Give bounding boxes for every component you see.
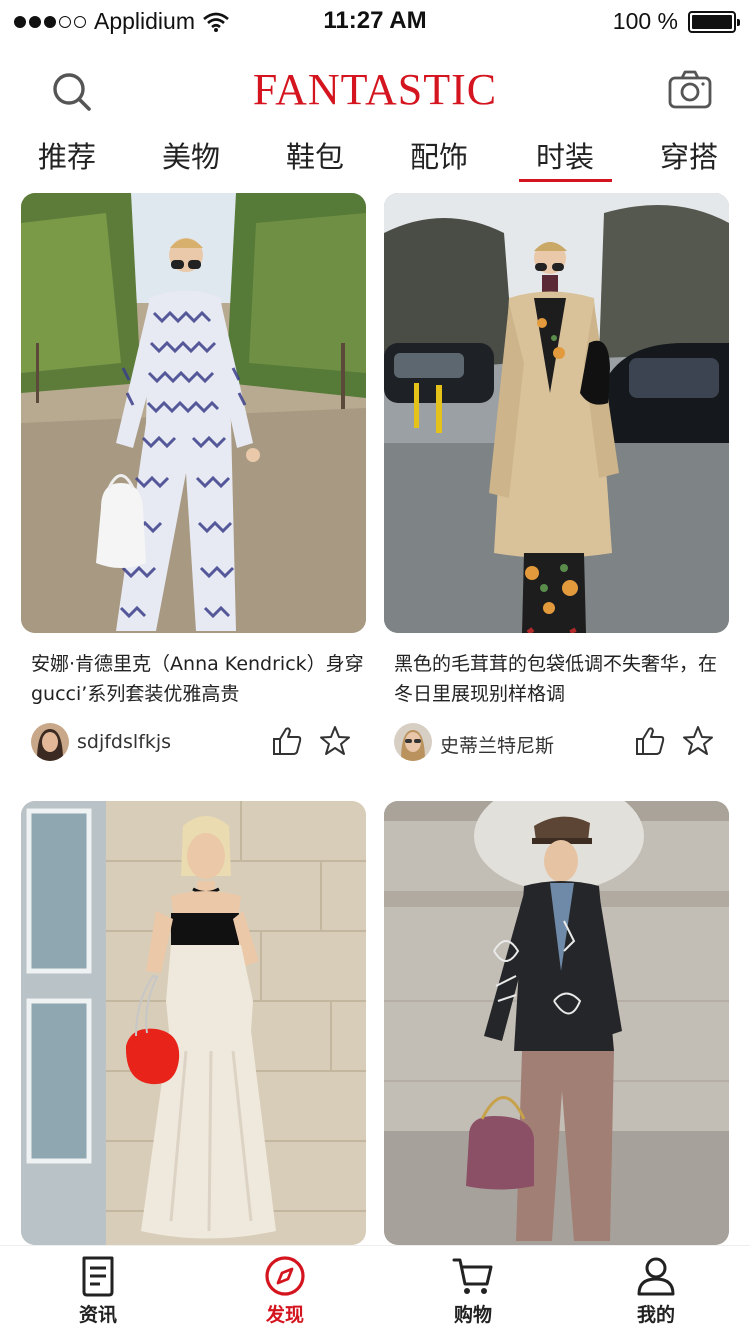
user-icon	[637, 1257, 675, 1296]
nav-profile[interactable]: 我的	[606, 1254, 706, 1327]
status-right: 100 %	[612, 8, 740, 35]
author-name[interactable]: 史蒂兰特尼斯	[440, 731, 554, 758]
active-tab-indicator	[519, 179, 612, 182]
card-photo[interactable]	[21, 801, 366, 1245]
avatar[interactable]	[394, 723, 432, 761]
star-icon	[683, 726, 713, 755]
like-button[interactable]	[271, 725, 303, 757]
tab-recommend[interactable]: 推荐	[17, 134, 117, 176]
card-title[interactable]: 黑色的毛茸茸的包袋低调不失奢华，在冬日里展现别样格调	[394, 649, 729, 709]
favorite-button[interactable]	[319, 725, 351, 757]
bottom-nav: 资讯 发现 购物 我的	[0, 1245, 750, 1334]
feed-card[interactable]: 黑色的毛茸茸的包袋低调不失奢华，在冬日里展现别样格调 史蒂兰特尼斯	[384, 193, 729, 763]
battery-icon	[688, 10, 740, 33]
card-photo[interactable]	[384, 801, 729, 1245]
card-meta: sdjfdslfkjs	[21, 723, 366, 763]
app-header: FANTASTIC	[0, 58, 750, 122]
nav-discover[interactable]: 发现	[235, 1254, 335, 1327]
card-title[interactable]: 安娜·肯德里克（Anna Kendrick）身穿gucci’系列套装优雅高贵	[31, 649, 366, 709]
nav-label: 购物	[453, 1304, 492, 1326]
category-tabs: 推荐 美物 鞋包 配饰 时装 穿搭	[0, 134, 750, 184]
tab-fashion[interactable]: 时装	[515, 134, 615, 176]
camera-icon	[668, 70, 712, 109]
thumbs-up-icon	[636, 727, 665, 755]
feed-grid: 安娜·肯德里克（Anna Kendrick）身穿gucci’系列套装优雅高贵 s…	[0, 193, 750, 1245]
status-bar: Applidium 11:27 AM 100 %	[0, 0, 750, 44]
like-button[interactable]	[634, 725, 666, 757]
card-photo[interactable]	[384, 193, 729, 633]
star-icon	[320, 726, 350, 755]
cart-icon	[452, 1258, 493, 1294]
feed-card[interactable]	[21, 801, 366, 1245]
news-icon	[82, 1256, 114, 1297]
camera-button[interactable]	[668, 70, 712, 110]
favorite-button[interactable]	[682, 725, 714, 757]
thumbs-up-icon	[273, 727, 302, 755]
tab-accessories[interactable]: 配饰	[389, 134, 489, 176]
brand-logo: FANTASTIC	[252, 65, 498, 114]
avatar[interactable]	[31, 723, 69, 761]
tab-goods[interactable]: 美物	[141, 134, 241, 176]
feed-card[interactable]	[384, 801, 729, 1245]
battery-percent: 100 %	[612, 8, 678, 34]
tab-shoes-bags[interactable]: 鞋包	[265, 134, 365, 176]
author-name[interactable]: sdjfdslfkjs	[77, 731, 171, 753]
nav-news[interactable]: 资讯	[48, 1254, 148, 1327]
card-meta: 史蒂兰特尼斯	[384, 723, 729, 763]
nav-label: 资讯	[78, 1304, 117, 1326]
card-photo[interactable]	[21, 193, 366, 633]
feed-card[interactable]: 安娜·肯德里克（Anna Kendrick）身穿gucci’系列套装优雅高贵 s…	[21, 193, 366, 763]
tab-outfits[interactable]: 穿搭	[639, 134, 739, 176]
compass-icon	[265, 1256, 305, 1296]
nav-label: 发现	[265, 1304, 304, 1326]
nav-shopping[interactable]: 购物	[423, 1254, 523, 1327]
nav-label: 我的	[636, 1304, 675, 1326]
